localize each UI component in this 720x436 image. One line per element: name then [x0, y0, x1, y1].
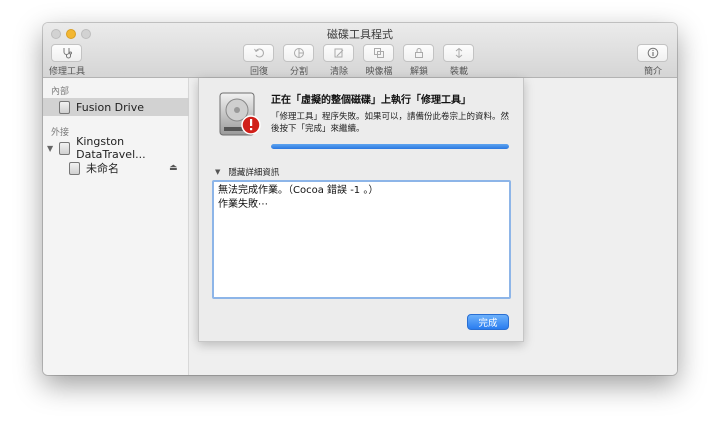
sidebar-item-label: Fusion Drive: [76, 100, 145, 114]
erase-button[interactable]: [323, 44, 354, 62]
info-icon: [647, 47, 658, 59]
log-line: 作業失敗⋯: [218, 199, 268, 210]
disk-utility-window: 磁碟工具程式 修理工具 回復 分割 清除 映像檔 解鎖 裝載 簡介 內部 Fus…: [43, 23, 677, 375]
sidebar: 內部 Fusion Drive 外接 ▼ Kingston DataTravel…: [43, 78, 189, 375]
details-log[interactable]: 無法完成作業。（Cocoa 錯誤 -1 。） 作業失敗⋯: [212, 180, 511, 299]
eject-icon[interactable]: ⏏: [169, 163, 178, 173]
hide-details-toggle[interactable]: ▼ 隱藏詳細資訊: [215, 166, 279, 178]
progress-bar: [271, 144, 509, 149]
hard-drive-warning-icon: [219, 92, 261, 136]
first-aid-label: 修理工具: [48, 67, 85, 77]
info-label: 簡介: [643, 67, 662, 77]
info-button[interactable]: [637, 44, 668, 62]
external-disk-icon: [59, 141, 71, 155]
disk-image-icon: [373, 48, 384, 58]
mount-image-button[interactable]: [363, 44, 394, 62]
restore-button[interactable]: [243, 44, 274, 62]
log-line: 無法完成作業。（Cocoa 錯誤 -1 。）: [218, 185, 379, 196]
hide-details-label: 隱藏詳細資訊: [228, 168, 280, 178]
sidebar-item-label: 未命名: [86, 162, 119, 175]
partition-button[interactable]: [283, 44, 314, 62]
titlebar: 磁碟工具程式 修理工具 回復 分割 清除 映像檔 解鎖 裝載 簡介: [43, 23, 677, 78]
mount-icon: [455, 47, 462, 59]
erase-icon: [334, 48, 343, 58]
done-button[interactable]: 完成: [467, 314, 509, 330]
progress-bar-fill: [271, 144, 509, 149]
window-title: 磁碟工具程式: [327, 28, 393, 41]
sidebar-item-kingston[interactable]: ▼ Kingston DataTravel...: [43, 135, 189, 161]
first-aid-button[interactable]: [51, 44, 82, 62]
stethoscope-icon: [63, 48, 72, 59]
sidebar-section-external: 外接: [51, 128, 70, 138]
sidebar-item-untitled[interactable]: 未命名 ⏏: [43, 159, 189, 177]
internal-disk-icon: [59, 100, 70, 114]
disclosure-triangle-icon: ▼: [215, 168, 221, 176]
sidebar-item-label: Kingston DataTravel...: [76, 135, 146, 161]
mount-label: 裝載: [449, 67, 468, 77]
unmount-button[interactable]: [403, 44, 434, 62]
volume-icon: [69, 161, 80, 175]
partition-icon: [293, 48, 304, 58]
sidebar-section-internal: 內部: [51, 87, 70, 97]
disclosure-triangle-icon[interactable]: ▼: [47, 144, 53, 153]
restore-icon: [253, 48, 264, 58]
lock-icon: [414, 48, 423, 58]
sheet-title: 正在「虛擬的整個磁碟」上執行「修理工具」: [271, 95, 471, 106]
mount-button[interactable]: [443, 44, 474, 62]
first-aid-sheet: 正在「虛擬的整個磁碟」上執行「修理工具」 「修理工具」程序失敗。如果可以，請備份…: [198, 78, 524, 342]
sheet-message: 「修理工具」程序失敗。如果可以，請備份此卷宗上的資料。然後按下「完成」來繼續。: [271, 112, 510, 134]
sidebar-item-fusion-drive[interactable]: Fusion Drive: [43, 98, 189, 116]
